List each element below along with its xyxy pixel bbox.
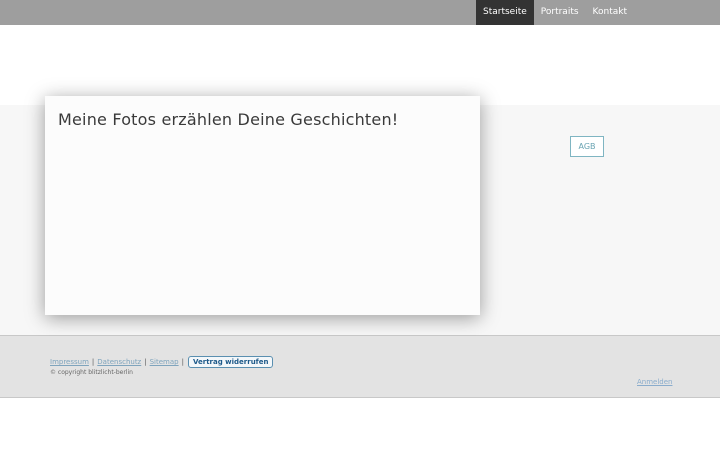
main-nav: Startseite Portraits Kontakt xyxy=(475,0,634,25)
revoke-contract-button[interactable]: Vertrag widerrufen xyxy=(187,356,274,368)
datenschutz-link[interactable]: Datenschutz xyxy=(97,358,141,366)
footer: Impressum | Datenschutz | Sitemap | Vert… xyxy=(0,336,720,398)
login-link[interactable]: Anmelden xyxy=(637,378,672,386)
impressum-link[interactable]: Impressum xyxy=(50,358,89,366)
header-area xyxy=(0,25,720,106)
nav-item-portraits[interactable]: Portraits xyxy=(534,0,586,25)
copyright-text: © copyright blitzlicht-berlin xyxy=(50,369,133,376)
nav-item-startseite[interactable]: Startseite xyxy=(475,0,534,25)
separator: | xyxy=(91,358,95,366)
agb-button[interactable]: AGB xyxy=(570,136,604,157)
footer-links: Impressum | Datenschutz | Sitemap | Vert… xyxy=(50,356,274,368)
separator: | xyxy=(181,358,184,366)
top-navigation-bar: Startseite Portraits Kontakt xyxy=(0,0,720,25)
nav-item-kontakt[interactable]: Kontakt xyxy=(586,0,634,25)
hero-title: Meine Fotos erzählen Deine Geschichten! xyxy=(58,110,399,129)
separator: | xyxy=(144,358,147,366)
hero-panel: Meine Fotos erzählen Deine Geschichten! xyxy=(45,96,480,315)
sitemap-link[interactable]: Sitemap xyxy=(150,358,179,366)
